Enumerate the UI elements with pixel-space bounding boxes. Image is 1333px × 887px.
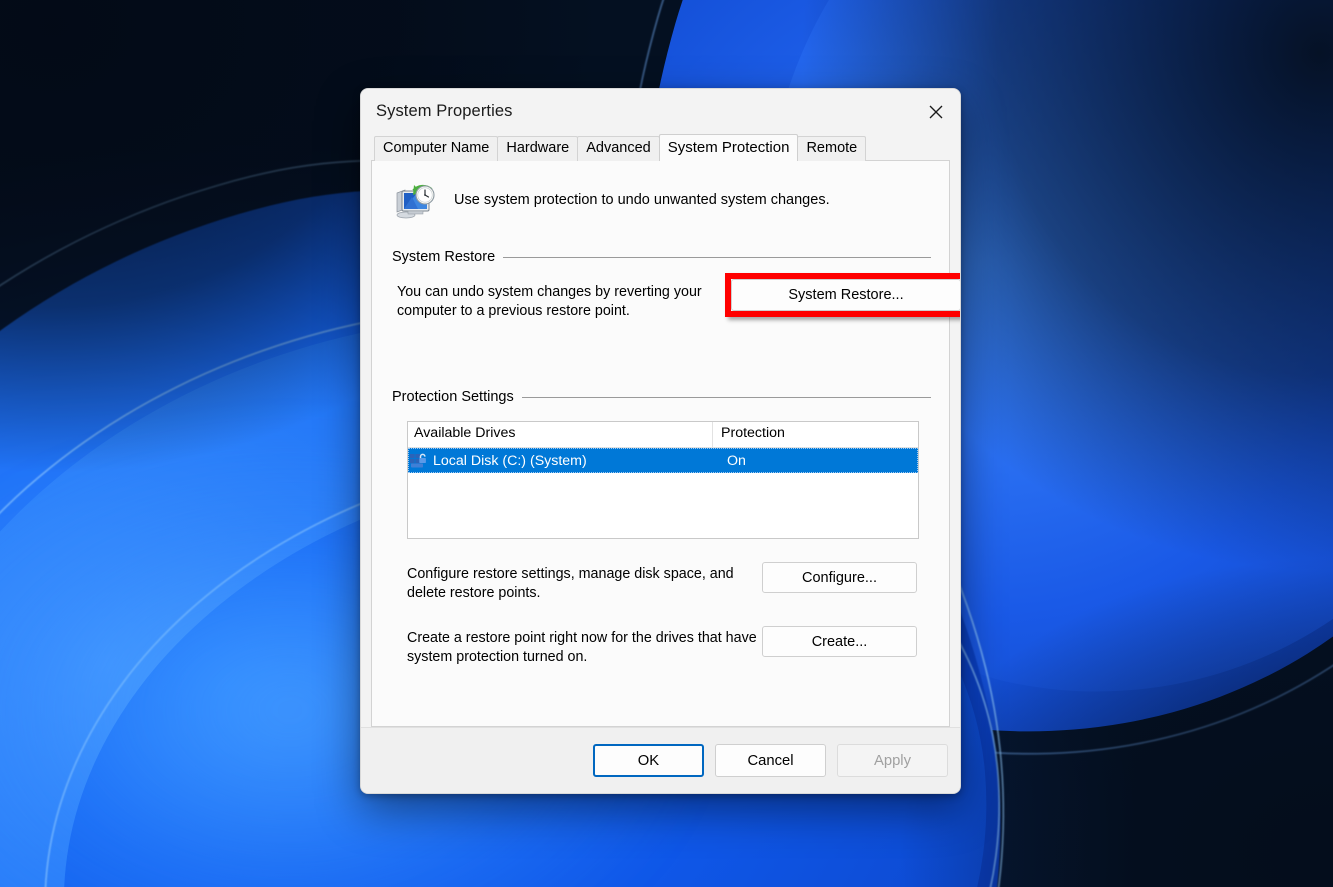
tab-strip: Computer Name Hardware Advanced System P… bbox=[374, 134, 950, 161]
tab-remote[interactable]: Remote bbox=[797, 136, 867, 161]
drive-protection-cell: On bbox=[727, 452, 746, 469]
dialog-footer: OK Cancel Apply bbox=[361, 727, 960, 793]
close-glyph bbox=[929, 105, 943, 118]
create-row: Create a restore point right now for the… bbox=[407, 626, 931, 667]
window-title: System Properties bbox=[376, 102, 513, 120]
system-restore-group-label: System Restore bbox=[392, 249, 496, 265]
tab-hardware[interactable]: Hardware bbox=[497, 136, 579, 161]
table-header-row: Available Drives Protection bbox=[408, 422, 918, 448]
dialog-titlebar: System Properties bbox=[361, 89, 960, 134]
table-row[interactable]: Local Disk (C:) (System) On bbox=[408, 448, 918, 473]
intro-row: Use system protection to undo unwanted s… bbox=[394, 181, 931, 223]
system-restore-group-header: System Restore bbox=[392, 249, 931, 265]
ok-button[interactable]: OK bbox=[593, 744, 704, 777]
drive-icon bbox=[410, 453, 426, 468]
intro-text: Use system protection to undo unwanted s… bbox=[454, 192, 830, 208]
system-restore-button[interactable]: System Restore... bbox=[731, 279, 960, 311]
system-protection-icon bbox=[396, 184, 435, 219]
system-properties-dialog: System Properties Computer Name Hardware… bbox=[360, 88, 961, 794]
drive-label: Local Disk (C:) (System) bbox=[433, 452, 587, 469]
configure-button[interactable]: Configure... bbox=[762, 562, 917, 593]
desktop-background: System Properties Computer Name Hardware… bbox=[0, 0, 1333, 887]
protection-settings-group-header: Protection Settings bbox=[392, 389, 931, 405]
column-header-available-drives: Available Drives bbox=[408, 422, 713, 447]
tab-computer-name[interactable]: Computer Name bbox=[374, 136, 499, 161]
tab-advanced[interactable]: Advanced bbox=[577, 136, 660, 161]
configure-row: Configure restore settings, manage disk … bbox=[407, 562, 931, 603]
drive-name-cell: Local Disk (C:) (System) bbox=[408, 452, 713, 469]
available-drives-table[interactable]: Available Drives Protection Local Disk (… bbox=[407, 421, 919, 539]
column-header-protection: Protection bbox=[721, 425, 785, 441]
group-divider-line bbox=[503, 256, 931, 258]
protection-settings-group-label: Protection Settings bbox=[392, 389, 514, 405]
system-restore-row: You can undo system changes by reverting… bbox=[397, 273, 960, 321]
create-button[interactable]: Create... bbox=[762, 626, 917, 657]
group-divider-line-2 bbox=[521, 396, 931, 398]
system-restore-description: You can undo system changes by reverting… bbox=[397, 284, 702, 319]
dialog-client-area: Computer Name Hardware Advanced System P… bbox=[361, 134, 960, 727]
cancel-button[interactable]: Cancel bbox=[715, 744, 826, 777]
create-description: Create a restore point right now for the… bbox=[407, 630, 757, 665]
configure-description: Configure restore settings, manage disk … bbox=[407, 566, 734, 601]
close-icon[interactable] bbox=[912, 89, 960, 134]
tab-system-protection[interactable]: System Protection bbox=[658, 134, 799, 161]
apply-button[interactable]: Apply bbox=[837, 744, 948, 777]
system-protection-panel: Use system protection to undo unwanted s… bbox=[371, 160, 960, 727]
